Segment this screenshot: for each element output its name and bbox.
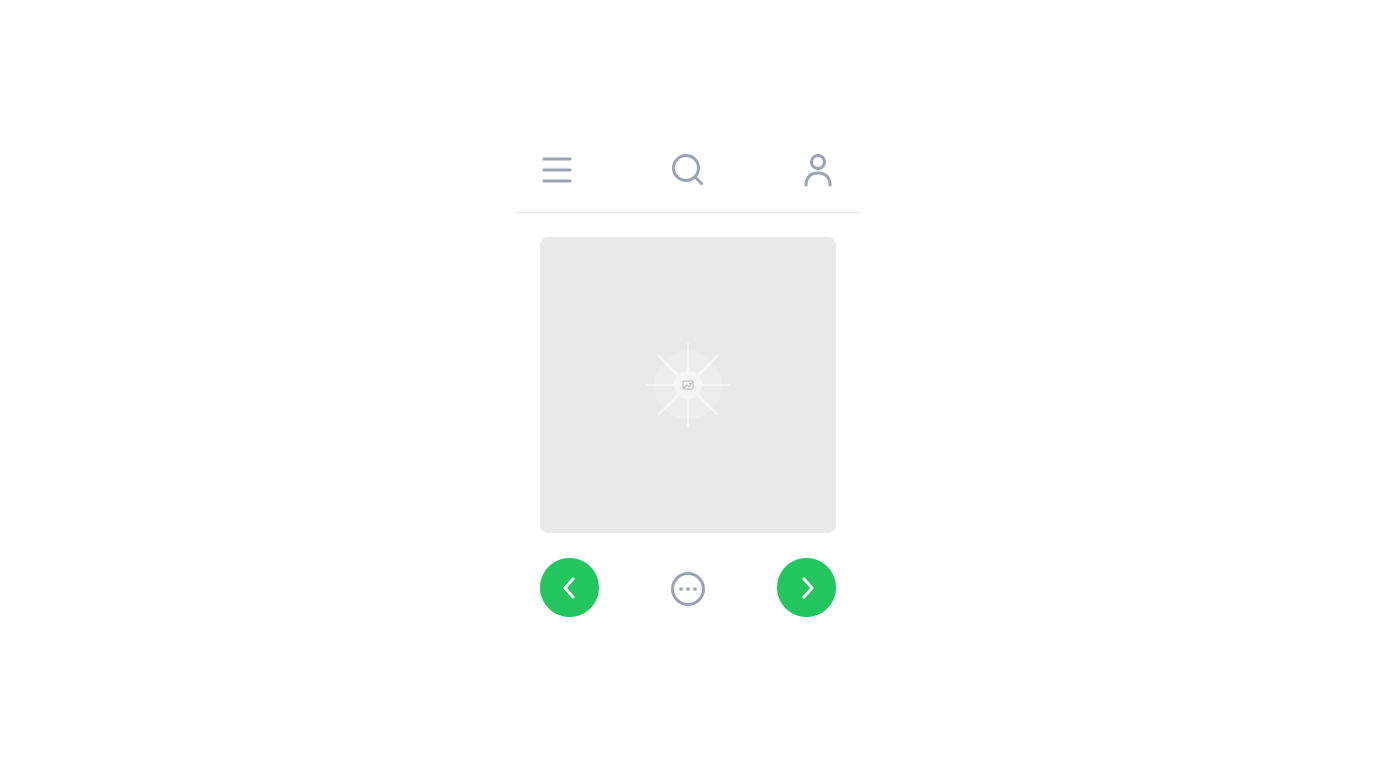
image-card [540,237,836,533]
more-options-button[interactable] [669,570,707,608]
profile-button[interactable] [798,150,838,190]
menu-icon [542,157,572,183]
app-container [516,138,860,628]
user-icon [804,154,832,187]
search-button[interactable] [668,150,708,190]
image-controls [516,558,860,618]
image-placeholder-icon [646,343,730,427]
top-bar [516,138,860,213]
previous-button[interactable] [540,558,599,617]
chevron-right-icon [802,577,813,598]
search-icon [672,154,703,185]
more-horizontal-icon [671,572,705,606]
next-button[interactable] [777,558,836,617]
chevron-left-icon [563,577,574,598]
menu-button[interactable] [537,150,577,190]
